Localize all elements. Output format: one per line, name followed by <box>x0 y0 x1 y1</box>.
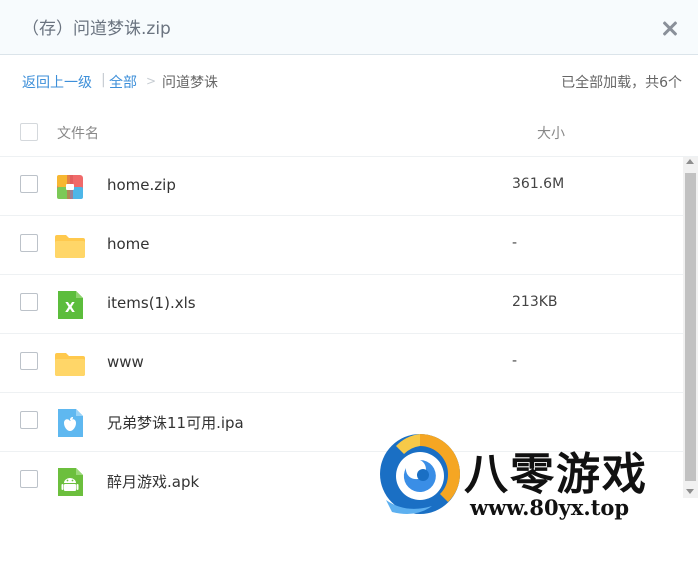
file-size: 213KB <box>512 294 558 310</box>
file-name[interactable]: www <box>107 353 144 371</box>
back-link[interactable]: 返回上一级 <box>22 72 92 92</box>
table-row[interactable]: home.zip 361.6M <box>0 157 683 216</box>
file-name[interactable]: home <box>107 235 150 253</box>
zip-archive-icon <box>57 175 83 199</box>
current-folder-label: 问道梦诛 <box>162 75 218 91</box>
table-row[interactable]: www - <box>0 334 683 393</box>
row-checkbox[interactable] <box>20 352 38 370</box>
select-all-checkbox[interactable] <box>20 123 38 141</box>
file-name[interactable]: home.zip <box>107 176 176 194</box>
row-checkbox[interactable] <box>20 234 38 252</box>
breadcrumb-separator: | <box>101 72 106 88</box>
row-checkbox[interactable] <box>20 470 38 488</box>
file-size: 361.6M <box>512 176 565 192</box>
excel-file-icon: X <box>58 291 83 319</box>
watermark-url-text: www.80yx.top <box>470 495 630 520</box>
android-app-icon <box>58 468 83 496</box>
folder-icon <box>55 235 85 258</box>
scrollbar-thumb[interactable] <box>685 173 696 481</box>
row-checkbox[interactable] <box>20 293 38 311</box>
table-header: 文件名 大小 <box>0 107 698 157</box>
file-name[interactable]: 醉月游戏.apk <box>107 471 199 492</box>
watermark-brand-text: 八零游戏 <box>464 449 648 500</box>
breadcrumb-bar: 返回上一级 | 全部 > 问道梦诛 已全部加载，共6个 <box>0 56 698 106</box>
table-row[interactable]: X items(1).xls 213KB <box>0 275 683 334</box>
close-icon[interactable] <box>659 17 681 39</box>
row-checkbox[interactable] <box>20 411 38 429</box>
breadcrumb-chevron-icon: > <box>146 74 157 88</box>
dialog-title: （存）问道梦诛.zip <box>22 19 171 39</box>
dialog-header: （存）问道梦诛.zip <box>0 0 698 55</box>
watermark-logo-icon <box>380 434 460 514</box>
scroll-down-arrow-icon[interactable] <box>686 489 694 494</box>
scroll-up-arrow-icon[interactable] <box>686 159 694 164</box>
file-size: - <box>512 235 518 251</box>
file-list-scrollbar[interactable] <box>683 157 698 498</box>
load-status-text: 已全部加载，共6个 <box>561 75 682 91</box>
all-files-link[interactable]: 全部 <box>109 72 137 92</box>
file-name[interactable]: items(1).xls <box>107 294 196 312</box>
file-preview-dialog: （存）问道梦诛.zip 返回上一级 | 全部 > 问道梦诛 已全部加载，共6个 … <box>0 0 698 580</box>
file-size: - <box>512 353 518 369</box>
folder-icon <box>55 353 85 376</box>
ios-app-icon <box>58 409 83 437</box>
column-header-name: 文件名 <box>57 126 99 142</box>
watermark: 八零游戏 www.80yx.top <box>376 426 681 526</box>
file-name[interactable]: 兄弟梦诛11可用.ipa <box>107 412 244 433</box>
table-row[interactable]: home - <box>0 216 683 275</box>
row-checkbox[interactable] <box>20 175 38 193</box>
svg-text:X: X <box>65 301 75 316</box>
column-header-size: 大小 <box>537 126 565 142</box>
